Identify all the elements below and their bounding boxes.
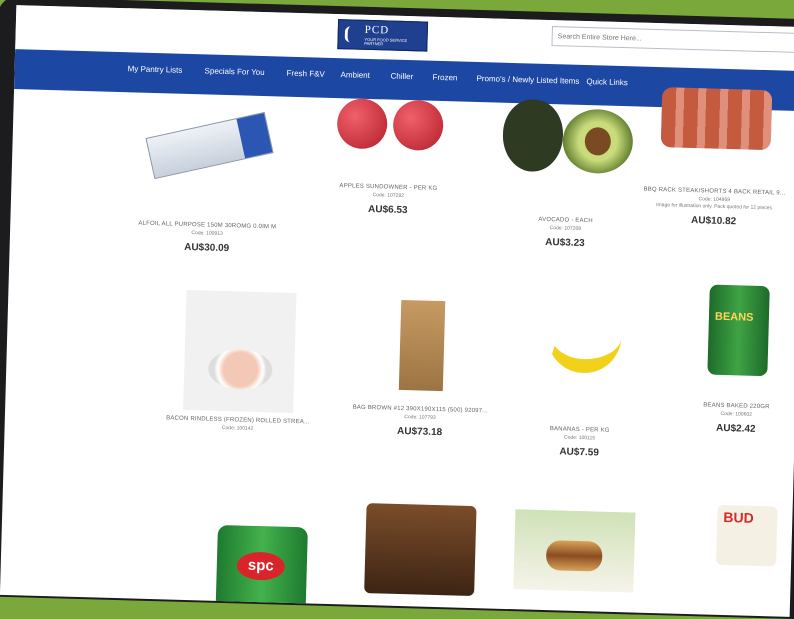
nav-item-frozen[interactable]: Frozen — [432, 73, 457, 83]
product-price: AU$3.23 — [545, 236, 585, 250]
apple-icon — [336, 98, 388, 150]
avocado-half-icon — [561, 108, 634, 175]
meat-icon — [660, 87, 773, 151]
product-price: AU$7.59 — [559, 446, 599, 459]
avocado-whole-icon — [501, 98, 564, 173]
apple-icon — [392, 99, 444, 152]
product-card[interactable] — [334, 502, 506, 597]
product-code: Code: 100602 — [720, 410, 753, 418]
burger-icon — [513, 509, 636, 593]
product-price: AU$30.09 — [184, 241, 230, 255]
nav-item-chiller[interactable]: Chiller — [390, 72, 413, 82]
platter-icon — [364, 503, 477, 597]
product-card[interactable]: BACON RINDLESS (FROZEN) ROLLED STREA... … — [153, 289, 327, 434]
product-price: AU$2.42 — [715, 422, 756, 435]
nav-item-fresh-fv[interactable]: Fresh F&V — [286, 69, 324, 79]
buddy-pack-icon — [716, 504, 778, 567]
search-input[interactable] — [551, 26, 794, 54]
browser-screen: PCD YOUR FOOD SERVICE PARTNER My Pantry … — [0, 5, 794, 617]
product-card[interactable]: BEANS BAKED 220GR Code: 100602 AU$2.42 — [651, 283, 794, 437]
product-price: AU$73.18 — [396, 425, 443, 439]
product-card[interactable] — [661, 503, 794, 568]
nav-item-ambient[interactable]: Ambient — [340, 70, 370, 80]
apples-icon — [304, 97, 475, 157]
bacon-icon — [183, 289, 297, 413]
product-card[interactable] — [488, 509, 660, 594]
nav-item-quick-links[interactable]: Quick Links — [586, 77, 628, 87]
product-card[interactable]: BANANAS - PER KG Code: 100115 AU$7.59 — [494, 313, 668, 461]
product-card[interactable]: AVOCADO - EACH Code: 107208 AU$3.23 — [480, 98, 654, 251]
nav-item-specials[interactable]: Specials For You — [205, 66, 265, 77]
logo-name: PCD — [364, 23, 390, 37]
foil-roll-icon — [145, 111, 274, 180]
product-price: AU$6.53 — [367, 203, 408, 217]
logo-text: PCD YOUR FOOD SERVICE PARTNER — [364, 23, 427, 47]
product-grid: ALFOIL ALL PURPOSE 150M 30ROMG 0.0IM M C… — [0, 86, 794, 617]
logo-mark-icon — [344, 26, 360, 43]
product-card[interactable]: ALFOIL ALL PURPOSE 150M 30ROMG 0.0IM M C… — [122, 102, 296, 256]
bananas-icon — [546, 314, 618, 376]
site-logo[interactable]: PCD YOUR FOOD SERVICE PARTNER — [337, 19, 429, 52]
avocado-icon — [482, 98, 654, 180]
nav-item-promos[interactable]: Promo's / Newly Listed Items — [476, 74, 579, 86]
paper-bag-icon — [398, 299, 446, 392]
beans-can-icon — [707, 284, 770, 377]
product-card[interactable]: BAG BROWN #12 390X190X115 (500) 92097...… — [335, 298, 509, 440]
product-card[interactable]: BBQ RACK STEAK/SHORTS 4 BACK RETAIL 9...… — [629, 86, 794, 229]
nav-item-my-pantry-lists[interactable]: My Pantry Lists — [128, 64, 183, 75]
product-price: AU$10.82 — [690, 215, 737, 228]
product-card[interactable]: APPLES SUNDOWNER - PER KG Code: 107282 A… — [303, 97, 476, 218]
logo-tagline: YOUR FOOD SERVICE PARTNER — [364, 36, 408, 46]
